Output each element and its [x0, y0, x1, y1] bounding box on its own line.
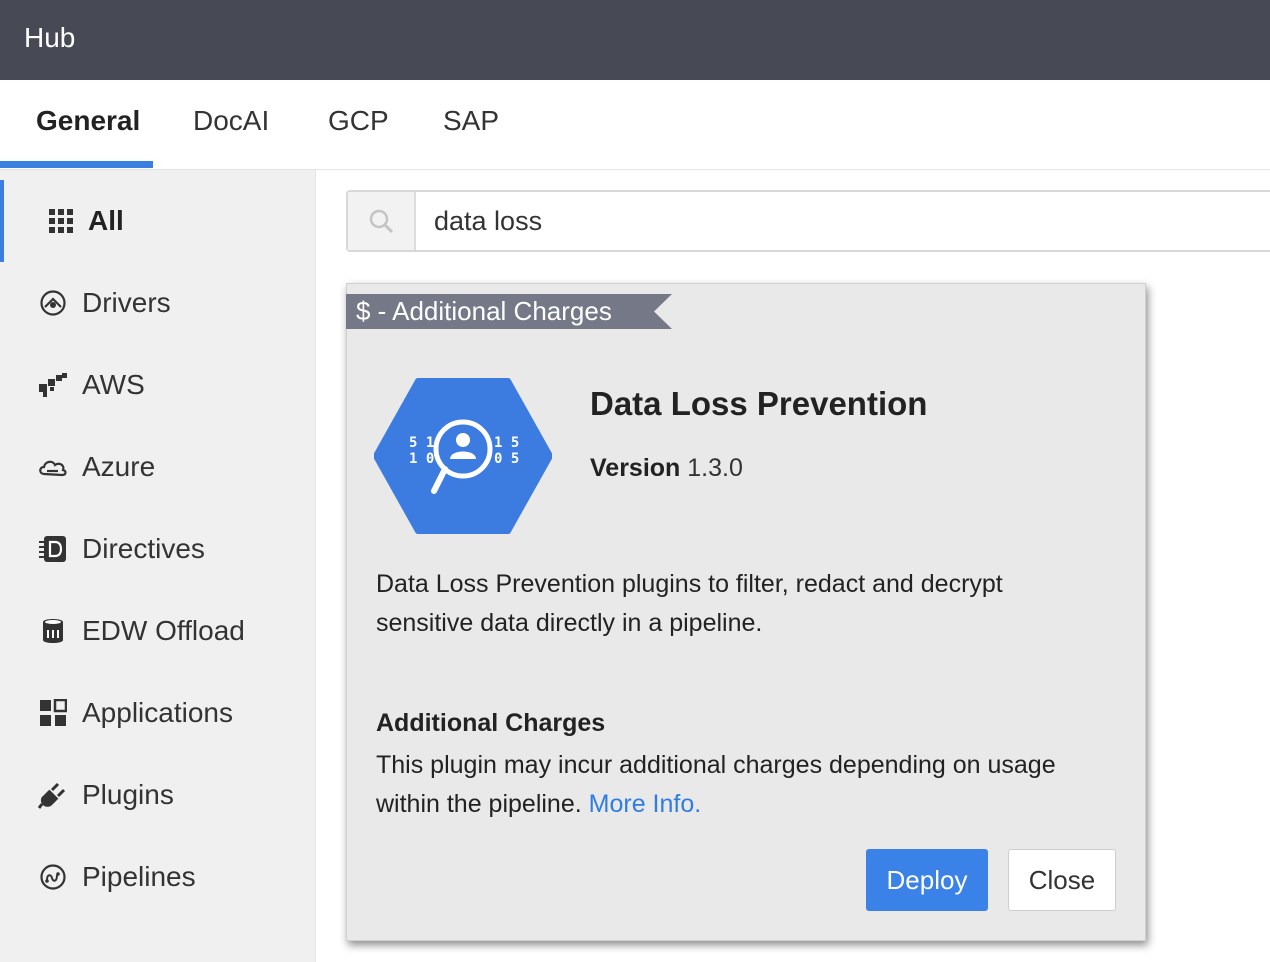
- version-value: 1.3.0: [687, 454, 743, 482]
- active-tab-indicator: [0, 161, 153, 168]
- sidebar-item-label: All: [88, 205, 124, 236]
- version-label: Version: [590, 454, 681, 482]
- database-icon: [38, 616, 68, 646]
- logo-digits-right-1: 1 5: [494, 435, 519, 451]
- charges-text-block: This plugin may incur additional charges…: [376, 746, 1116, 824]
- logo-digits-right-2: 0 5: [494, 451, 519, 467]
- sidebar-item-label: Directives: [82, 533, 205, 564]
- directives-icon: [38, 534, 68, 564]
- additional-charges-ribbon: $ - Additional Charges: [346, 294, 672, 329]
- sidebar-item-label: Pipelines: [82, 861, 196, 892]
- tab-general[interactable]: General: [36, 80, 140, 170]
- sidebar-item-azure[interactable]: Azure: [0, 426, 316, 508]
- sidebar-item-directives[interactable]: Directives: [0, 508, 316, 590]
- search-input[interactable]: [434, 200, 1254, 242]
- logo-digits-left-2: 1 0: [409, 451, 434, 467]
- sidebar-item-label: Azure: [82, 451, 156, 482]
- close-button[interactable]: Close: [1008, 849, 1116, 911]
- app-header: Hub: [0, 0, 1270, 80]
- charges-heading: Additional Charges: [376, 709, 606, 737]
- logo-digits-left-1: 5 1: [409, 435, 434, 451]
- ribbon-label: $ - Additional Charges: [356, 296, 612, 326]
- plugin-title: Data Loss Prevention: [590, 385, 928, 422]
- sidebar-item-label: Applications: [82, 697, 233, 728]
- plug-icon: [38, 780, 68, 810]
- grid-icon: [46, 206, 76, 236]
- plugin-version: Version 1.3.0: [590, 454, 743, 483]
- azure-icon: [38, 452, 68, 482]
- sidebar-item-label: Plugins: [82, 779, 174, 810]
- driver-icon: [38, 288, 68, 318]
- more-info-link[interactable]: More Info.: [589, 790, 702, 818]
- sidebar-item-label: EDW Offload: [82, 615, 245, 646]
- tab-sap[interactable]: SAP: [443, 80, 499, 170]
- pipeline-icon: [38, 862, 68, 892]
- sidebar-item-drivers[interactable]: Drivers: [0, 262, 316, 344]
- deploy-button[interactable]: Deploy: [866, 849, 988, 911]
- data-loss-prevention-logo-icon: 5 1 1 0 1 5 0 5: [373, 377, 553, 535]
- applications-icon: [38, 698, 68, 728]
- plugin-description: Data Loss Prevention plugins to filter, …: [376, 570, 1003, 637]
- sidebar-item-applications[interactable]: Applications: [0, 672, 316, 754]
- app-title: Hub: [24, 22, 76, 53]
- sidebar-item-all[interactable]: All: [0, 180, 316, 262]
- search-bar: [346, 190, 1270, 252]
- sidebar-item-label: Drivers: [82, 287, 171, 318]
- sidebar-item-label: AWS: [82, 369, 145, 400]
- sidebar-item-aws[interactable]: AWS: [0, 344, 316, 426]
- sidebar-item-pipelines[interactable]: Pipelines: [0, 836, 316, 918]
- charges-text: This plugin may incur additional charges…: [376, 751, 1056, 818]
- tab-gcp[interactable]: GCP: [328, 80, 389, 170]
- sidebar-item-plugins[interactable]: Plugins: [0, 754, 316, 836]
- sidebar-item-edw-offload[interactable]: EDW Offload: [0, 590, 316, 672]
- tab-docai[interactable]: DocAI: [193, 80, 269, 170]
- tab-bar: General DocAI GCP SAP: [0, 80, 1270, 170]
- aws-icon: [38, 370, 68, 400]
- search-icon: [348, 192, 416, 250]
